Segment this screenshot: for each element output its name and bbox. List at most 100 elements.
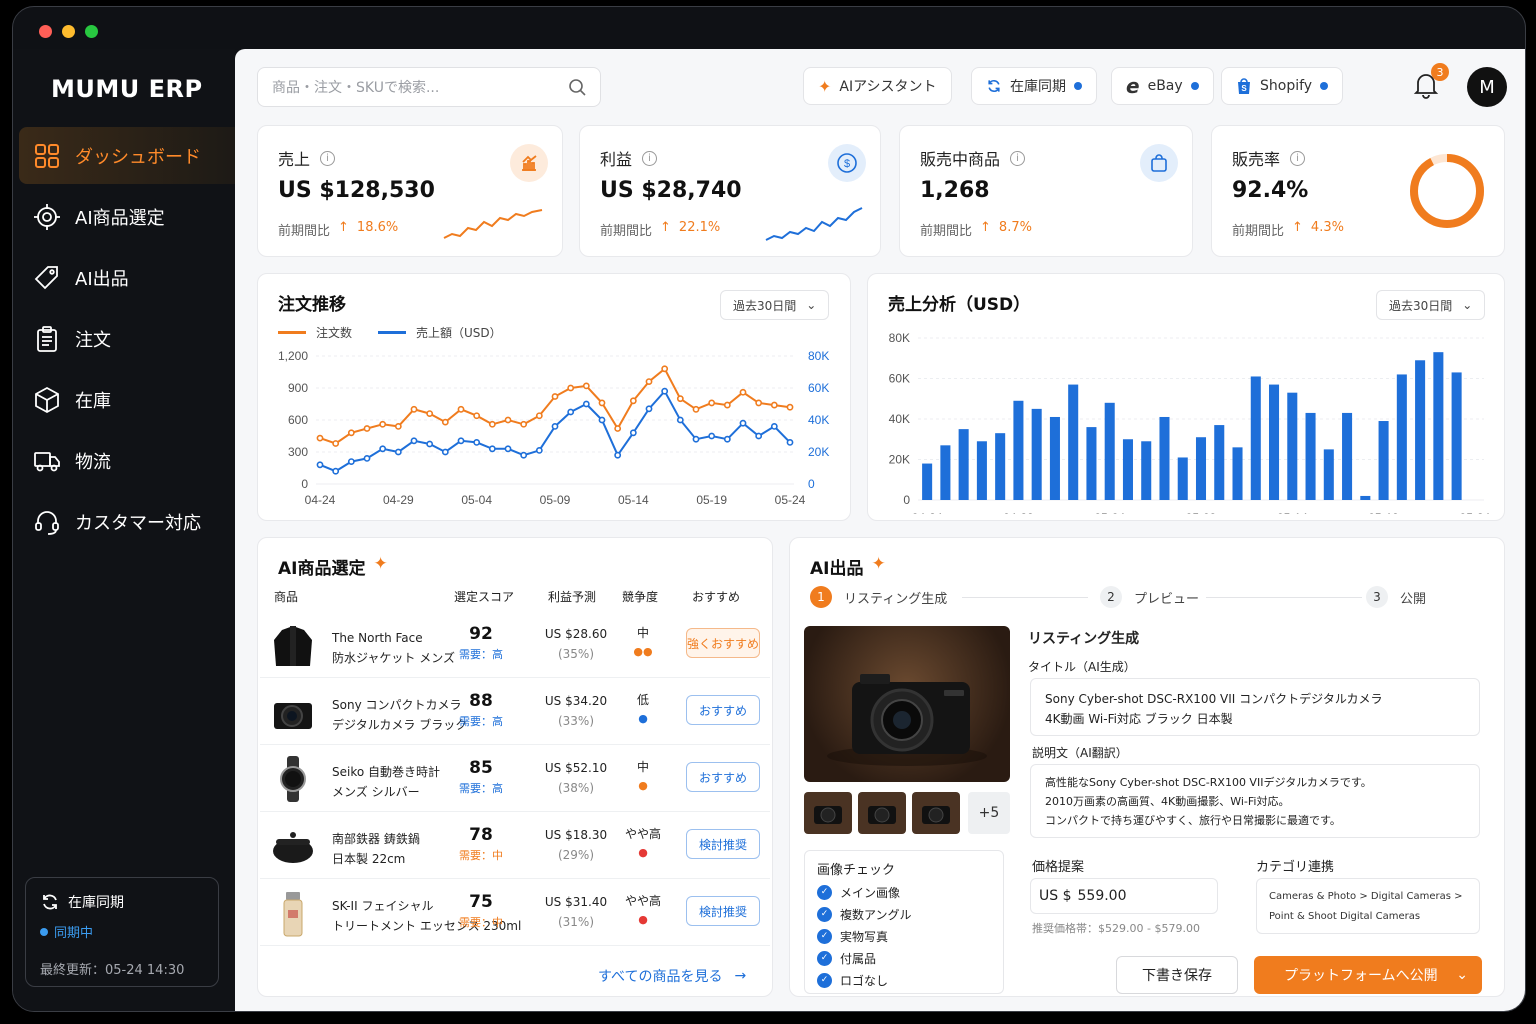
check-label: 複数アングル <box>840 907 912 922</box>
check-label: ロゴなし <box>840 973 889 988</box>
sidebar-item-customer-support[interactable]: カスタマー対応 <box>19 493 235 550</box>
chevron-down-icon[interactable]: ⌄ <box>1456 967 1468 983</box>
search-placeholder: 商品・注文・SKUで検索... <box>272 80 440 96</box>
info-icon[interactable]: i <box>320 150 336 166</box>
recommendation-button[interactable]: 検討推奨 <box>686 829 760 859</box>
product-thumbnail[interactable] <box>858 792 906 834</box>
sync-status-panel[interactable]: 在庫同期 同期中 最終更新：05-24 14:30 <box>25 877 219 987</box>
table-row[interactable]: Sony コンパクトカメラ デジタルカメラ ブラック 88 需要：高 US $34.20… <box>260 679 770 745</box>
recommendation-button[interactable]: 強くおすすめ <box>686 628 760 658</box>
data-point <box>645 405 653 413</box>
data-point <box>332 467 340 475</box>
bar <box>922 463 933 500</box>
stock-sync-button[interactable]: 在庫同期 <box>971 67 1097 105</box>
data-point <box>582 382 590 390</box>
shopify-bag-icon: S <box>1238 78 1250 94</box>
product-name-line: 防水ジャケット メンズ <box>332 651 455 665</box>
arrow-up-icon: ↑ <box>980 220 991 235</box>
data-point <box>661 365 669 373</box>
kpi-change: 4.3% <box>1310 220 1344 235</box>
table-row[interactable]: The North Face 防水ジャケット メンズ 92 需要：高 US $28.60… <box>260 612 770 678</box>
sidebar-item-ai-listing[interactable]: AI出品 <box>19 249 235 306</box>
product-thumbnail[interactable] <box>804 792 852 834</box>
more-images-button[interactable]: +5 <box>968 792 1010 834</box>
category-path: Cameras & Photo > Digital Cameras > <box>1269 891 1463 902</box>
price-input[interactable]: US $ 559.00 <box>1030 878 1218 914</box>
title-field[interactable]: Sony Cyber-shot DSC-RX100 VII コンパクトデジタルカ… <box>1030 678 1480 736</box>
sidebar-item-logistics[interactable]: 物流 <box>19 432 235 489</box>
y-axis-right-tick-label: 0 <box>808 477 815 491</box>
product-thumbnail[interactable] <box>912 792 960 834</box>
minimize-window-button[interactable] <box>62 25 75 38</box>
arrow-up-icon: ↑ <box>338 220 349 235</box>
arrow-right-icon: → <box>734 968 747 984</box>
close-window-button[interactable] <box>39 25 52 38</box>
kpi-value: US $128,530 <box>278 178 435 203</box>
publish-button[interactable]: プラットフォームへ公開 ⌄ <box>1254 956 1482 994</box>
competition-level: やや高 ● <box>620 825 666 859</box>
kpi-title: 販売率 <box>1232 150 1281 169</box>
info-icon[interactable]: i <box>1290 150 1306 166</box>
sync-icon <box>988 79 1000 93</box>
view-all-link[interactable]: すべての商品を見る → <box>598 966 746 986</box>
recommendation-button[interactable]: 検討推奨 <box>686 896 760 926</box>
x-axis-tick-label: 04-24 <box>305 493 336 507</box>
bar <box>976 441 987 500</box>
bar <box>1323 449 1334 500</box>
kpi-title: 販売中商品 <box>920 150 1001 169</box>
info-icon[interactable]: i <box>1010 150 1026 166</box>
category-path: Point & Shoot Digital Cameras <box>1269 911 1421 922</box>
check-item: ✓ 付属品 <box>817 947 912 969</box>
bar <box>1141 441 1152 500</box>
table-row[interactable]: SK-II フェイシャル トリートメント エッセンス 230ml 75 需要：中 US … <box>260 880 770 946</box>
save-draft-button[interactable]: 下書き保存 <box>1116 956 1238 994</box>
product-name-line: メンズ シルバー <box>332 785 420 799</box>
maximize-window-button[interactable] <box>85 25 98 38</box>
range-dropdown[interactable]: 過去30日間 ⌄ <box>1376 290 1486 320</box>
product-main-image[interactable] <box>804 626 1010 782</box>
avatar[interactable]: M <box>1467 67 1507 107</box>
sidebar-item-ai-selection[interactable]: AI商品選定 <box>19 188 235 245</box>
data-point <box>473 412 481 420</box>
ebay-button[interactable]: e eBay <box>1111 67 1214 105</box>
product-name-line: 日本製 22cm <box>332 852 406 866</box>
profit-percent: (33%) <box>557 714 595 728</box>
sidebar-item-inventory[interactable]: 在庫 <box>19 371 235 428</box>
publish-label: プラットフォームへ公開 <box>1284 968 1438 984</box>
kpi-change-label: 前期間比 <box>600 224 653 239</box>
data-point <box>379 420 387 428</box>
description-field[interactable]: 高性能なSony Cyber-shot DSC-RX100 VIIデジタルカメラ… <box>1030 764 1480 838</box>
recommendation-label: おすすめ <box>698 770 747 785</box>
step-label: プレビュー <box>1134 591 1200 607</box>
info-icon[interactable]: i <box>642 150 658 166</box>
y-axis-tick-label: 1,200 <box>278 349 308 363</box>
table-row[interactable]: 南部鉄器 鋳鉄鍋 日本製 22cm 78 需要：中 US $18.30 (29%) やや高 ●… <box>260 813 770 879</box>
score-value: 92 <box>469 624 493 644</box>
step-3[interactable]: 3 公開 <box>1366 586 1426 608</box>
step-1[interactable]: 1 リスティング生成 <box>810 586 947 608</box>
bar <box>940 445 951 500</box>
category-field[interactable]: Cameras & Photo > Digital Cameras > Poin… <box>1256 878 1480 934</box>
profit-value: US $31.40 <box>544 895 608 909</box>
data-point <box>426 410 434 417</box>
series-line <box>319 367 791 445</box>
competition-label: やや高 <box>624 894 661 908</box>
sidebar-item-dashboard[interactable]: ダッシュボード <box>19 127 235 184</box>
search-input[interactable]: 商品・注文・SKUで検索... <box>257 67 601 107</box>
recommendation-label: 検討推奨 <box>698 904 747 919</box>
selection-score: 78 需要：中 <box>456 825 506 863</box>
recommendation-button[interactable]: おすすめ <box>686 762 760 792</box>
range-dropdown[interactable]: 過去30日間 ⌄ <box>720 290 830 320</box>
ai-assistant-button[interactable]: ✦ AIアシスタント <box>803 67 952 105</box>
ebay-label: eBay <box>1147 78 1183 94</box>
check-icon: ✓ <box>817 884 832 900</box>
shopify-button[interactable]: S Shopify <box>1221 67 1344 105</box>
step-2[interactable]: 2 プレビュー <box>1100 586 1199 608</box>
sidebar-item-orders[interactable]: 注文 <box>19 310 235 367</box>
bar <box>1415 360 1426 500</box>
notification-button[interactable]: 3 <box>1413 63 1449 101</box>
recommendation-label: 強くおすすめ <box>687 636 760 651</box>
recommendation-button[interactable]: おすすめ <box>686 695 760 725</box>
table-row[interactable]: Seiko 自動巻き時計 メンズ シルバー 85 需要：高 US $52.10 (38%)… <box>260 746 770 812</box>
demand-label: 需要：高 <box>459 648 503 661</box>
